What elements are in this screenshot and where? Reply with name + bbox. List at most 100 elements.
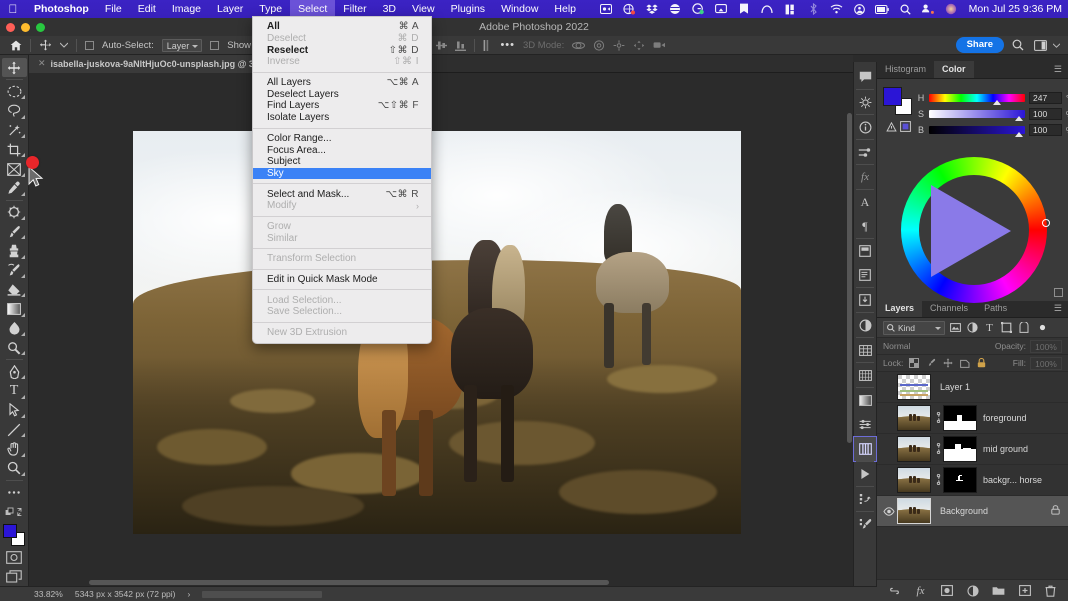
menu-item-select-and-mask[interactable]: Select and Mask... ⌥⌘ R [253, 188, 431, 200]
saturation-slider-row[interactable]: S 100 % [917, 107, 1068, 121]
history-brush-tool[interactable] [2, 261, 27, 280]
filter-toggle-icon[interactable] [1036, 321, 1049, 335]
macos-menu-image[interactable]: Image [164, 0, 209, 18]
crop-tool[interactable] [2, 140, 27, 159]
layer-thumbnail[interactable] [897, 374, 931, 400]
menu-item-find-layers[interactable]: Find Layers ⌥⇧⌘ F [253, 100, 431, 112]
macos-menu-layer[interactable]: Layer [209, 0, 251, 18]
status-scroll-track[interactable] [202, 590, 323, 598]
macos-menu-file[interactable]: File [97, 0, 130, 18]
layer-thumbnail[interactable] [897, 405, 931, 431]
lasso-tool[interactable] [2, 101, 27, 120]
status-chevron-icon[interactable]: › [188, 589, 191, 599]
new-group-icon[interactable] [992, 584, 1005, 597]
distribute-icon[interactable] [479, 36, 496, 55]
notes-icon[interactable] [854, 263, 876, 287]
search-icon[interactable] [894, 3, 917, 15]
layer-row[interactable]: Background [877, 496, 1068, 527]
layer-mask-thumbnail[interactable] [943, 436, 977, 462]
artboard[interactable] [133, 131, 741, 534]
color-wheel-triangle[interactable] [931, 185, 1011, 277]
bookmark-icon[interactable] [733, 3, 756, 15]
close-icon[interactable]: ✕ [38, 58, 46, 69]
auto-select-dropdown[interactable]: Layer [158, 36, 207, 55]
dropbox-icon[interactable] [641, 3, 664, 15]
color-panel-swatches[interactable] [883, 87, 913, 115]
user-switch-icon[interactable] [917, 4, 940, 15]
macos-clock[interactable]: Mon Jul 25 9:36 PM [963, 3, 1062, 15]
airplay-icon[interactable] [710, 3, 733, 15]
mask-link-icon[interactable] [934, 442, 943, 456]
path-selection-tool[interactable] [2, 401, 27, 420]
brush-tool[interactable] [2, 222, 27, 241]
foreground-color-swatch[interactable] [2, 524, 17, 539]
window-zoom-button[interactable] [36, 23, 45, 32]
actions-icon[interactable] [854, 487, 876, 511]
paragraph-icon[interactable]: ¶ [854, 214, 876, 238]
cp-foreground-swatch[interactable] [883, 87, 902, 106]
canvas-horizontal-scrollbar[interactable] [29, 579, 853, 586]
layers-icon[interactable] [853, 436, 877, 462]
blur-tool[interactable] [2, 319, 27, 338]
menu-item-focus-area[interactable]: Focus Area... [253, 144, 431, 156]
color-wheel[interactable] [901, 157, 1050, 303]
menu-item-edit-in-quick-mask-mode[interactable]: Edit in Quick Mask Mode [253, 274, 431, 286]
auto-select-checkbox[interactable] [81, 36, 98, 55]
layer-visibility-icon[interactable] [881, 506, 897, 516]
lock-all-icon[interactable] [975, 357, 988, 370]
smart-object-filter-icon[interactable] [1017, 321, 1030, 335]
screen-mode-icon[interactable] [2, 567, 27, 586]
window-minimize-button[interactable] [21, 23, 30, 32]
dodge-tool[interactable] [2, 338, 27, 357]
hue-slider-row[interactable]: H 247 ° [917, 91, 1068, 105]
tab-color[interactable]: Color [934, 61, 974, 78]
app-search-icon[interactable] [1006, 36, 1030, 55]
layer-thumbnail[interactable] [897, 467, 931, 493]
type-filter-icon[interactable]: T [983, 321, 996, 335]
panel-menu-icon[interactable]: ☰ [1048, 300, 1068, 317]
wifi-icon[interactable] [825, 4, 848, 14]
brightness-slider[interactable] [929, 125, 1025, 137]
panel-menu-icon[interactable]: ☰ [1048, 61, 1068, 78]
screen-record-icon[interactable] [595, 4, 618, 14]
type-tool[interactable]: T [2, 381, 27, 400]
hue-value[interactable]: 247 [1029, 91, 1062, 104]
gradients-icon[interactable] [854, 388, 876, 412]
globe-icon[interactable] [664, 3, 687, 15]
brightness-value[interactable]: 100 [1029, 123, 1062, 136]
canvas-area[interactable] [29, 73, 853, 586]
sliders-icon[interactable] [854, 412, 876, 436]
line-shape-tool[interactable] [2, 420, 27, 439]
saturation-slider[interactable] [929, 109, 1025, 121]
macos-menu-edit[interactable]: Edit [130, 0, 164, 18]
share-button[interactable]: Share [952, 36, 1006, 55]
properties-icon[interactable] [854, 140, 876, 164]
home-icon[interactable] [0, 36, 26, 55]
grammarly-icon[interactable] [687, 3, 710, 15]
mask-link-icon[interactable] [934, 411, 943, 425]
layer-row[interactable]: backgr... horse [877, 465, 1068, 496]
web-safe-icon[interactable] [899, 119, 911, 137]
link-layers-icon[interactable] [888, 584, 901, 597]
siri-icon[interactable] [940, 3, 963, 15]
menu-item-isolate-layers[interactable]: Isolate Layers [253, 112, 431, 124]
apple-logo-icon[interactable]:  [0, 3, 26, 15]
menu-item-color-range[interactable]: Color Range... [253, 133, 431, 145]
layer-row[interactable]: Layer 1 [877, 372, 1068, 403]
move-tool[interactable] [1, 58, 27, 78]
adjustments-icon[interactable] [854, 90, 876, 114]
pen-tool[interactable] [2, 362, 27, 381]
eraser-tool[interactable] [2, 280, 27, 299]
timeline-play-icon[interactable] [854, 462, 876, 486]
adjustment-layer-icon[interactable] [854, 313, 876, 337]
zoom-tool[interactable] [2, 459, 27, 478]
layer-thumbnail[interactable] [897, 498, 931, 524]
tab-histogram[interactable]: Histogram [877, 61, 934, 78]
control-center-icon[interactable] [848, 3, 871, 15]
canvas-vertical-scrollbar[interactable] [846, 73, 853, 586]
active-tool-icon[interactable] [35, 36, 56, 55]
slide-3d-icon[interactable] [629, 36, 649, 55]
window-close-button[interactable] [6, 23, 15, 32]
select-menu-dropdown[interactable]: All ⌘ A Deselect ⌘ D Reselect ⇧⌘ D Inverse ⇧⌘ I… [252, 16, 432, 345]
zoom-3d-icon[interactable] [649, 36, 670, 55]
